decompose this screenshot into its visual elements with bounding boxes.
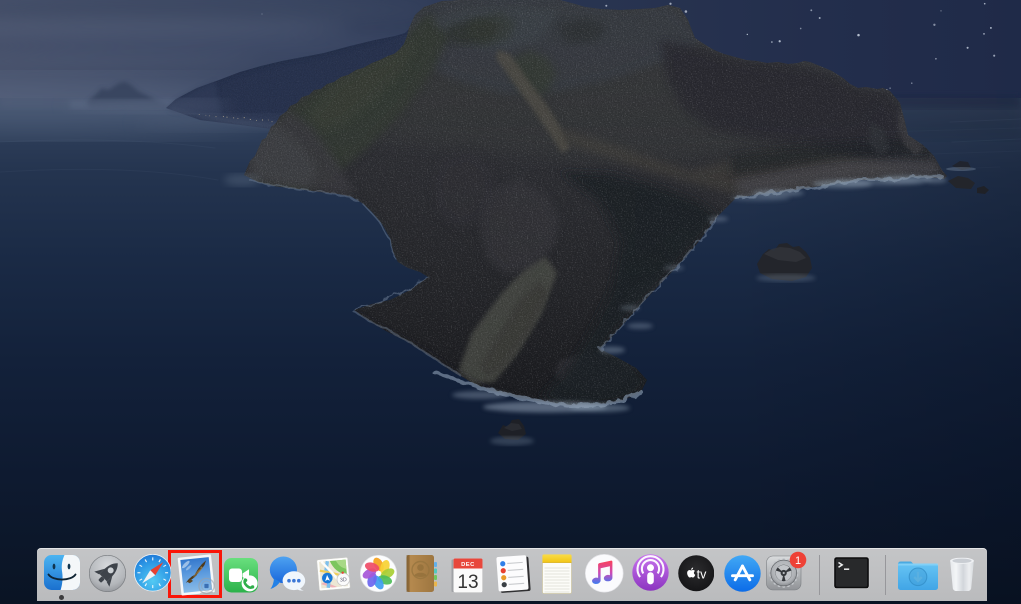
svg-text:DEC: DEC <box>461 562 475 568</box>
svg-text:1: 1 <box>795 555 801 567</box>
svg-text:3D: 3D <box>339 577 346 584</box>
svg-text:tv: tv <box>696 567 706 581</box>
svg-text:13: 13 <box>457 572 478 593</box>
